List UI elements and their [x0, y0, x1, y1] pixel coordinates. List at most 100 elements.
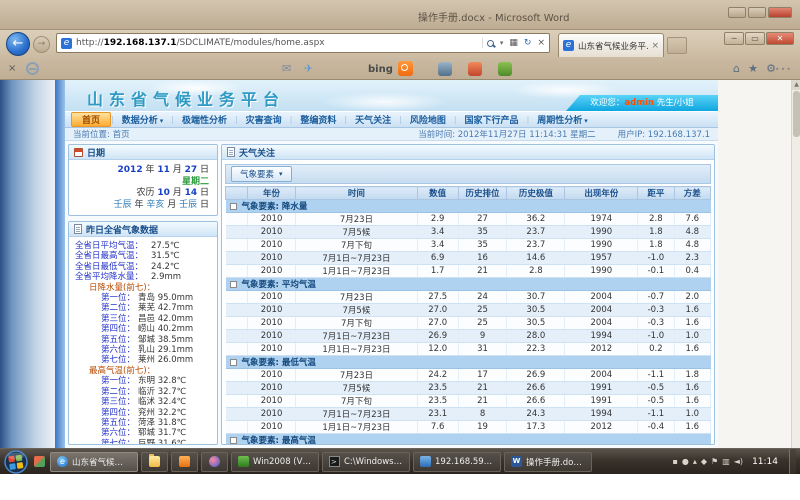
table-cell: -0.3	[638, 304, 674, 317]
group-checkbox[interactable]	[230, 359, 237, 366]
table-row[interactable]: 20107月1日~7月23日26.9928.01994-1.01.0	[226, 330, 711, 343]
paint-addon-icon[interactable]	[468, 62, 482, 76]
close-toolbar-icon[interactable]: ×	[8, 63, 16, 74]
vertical-scrollbar[interactable]: ▲	[791, 80, 800, 448]
group-title: 气象要素: 最高气温	[242, 436, 316, 444]
taskbar-button-ie[interactable]: 山东省气候业...	[50, 452, 138, 472]
taskbar-button-vm[interactable]: Win2008 (VS2...	[231, 452, 319, 472]
back-button[interactable]: ←	[6, 32, 30, 56]
network-icon[interactable]: ▥	[722, 457, 730, 467]
refresh-icon[interactable]: ↻	[524, 38, 532, 48]
scrollbar-thumb[interactable]	[793, 91, 800, 137]
table-row[interactable]: 20107月23日2.92736.219742.87.6	[226, 213, 711, 226]
tab-close-icon[interactable]: ×	[651, 41, 659, 51]
table-row[interactable]: 20101月1日~7月23日7.61917.32012-0.41.6	[226, 421, 711, 434]
nav-item-8[interactable]: 国家下行产品	[457, 112, 527, 127]
table-cell: 9	[458, 330, 507, 343]
table-cell: 4.8	[674, 239, 710, 252]
table-row[interactable]: 20107月5候3.43523.719901.84.8	[226, 226, 711, 239]
new-tab-button[interactable]	[667, 37, 687, 54]
table-row[interactable]: 20101月1日~7月23日12.03122.320120.21.6	[226, 343, 711, 356]
rank-label: 第三位：	[75, 314, 135, 324]
more-options-icon[interactable]: •••	[775, 65, 792, 74]
row-indent-cell	[226, 382, 248, 395]
table-row[interactable]: 20107月下旬23.52126.61991-0.51.6	[226, 395, 711, 408]
forward-button[interactable]: →	[33, 36, 50, 53]
table-row[interactable]: 20107月1日~7月23日6.91614.61957-1.02.3	[226, 252, 711, 265]
table-row[interactable]: 20107月23日24.21726.92004-1.11.8	[226, 369, 711, 382]
bing-logo[interactable]: bing	[368, 64, 393, 75]
input-indicator-icon[interactable]: ▪	[672, 457, 677, 467]
rdp-icon	[420, 456, 431, 467]
table-cell: 2.8	[507, 265, 565, 278]
compatibility-view-icon[interactable]: ▦	[509, 38, 518, 48]
taskbar-button-label: 山东省气候业...	[72, 456, 131, 468]
safety-center-icon[interactable]: ●	[682, 457, 689, 467]
updater-icon[interactable]: ◆	[701, 457, 707, 467]
group-checkbox[interactable]	[230, 437, 237, 444]
background-window-controls	[728, 7, 792, 18]
table-row[interactable]: 20107月5候23.52126.61991-0.51.6	[226, 382, 711, 395]
table-row[interactable]: 20107月5候27.02530.52004-0.31.6	[226, 304, 711, 317]
minimize-button[interactable]: ─	[724, 32, 744, 45]
date-text: 日	[197, 165, 209, 175]
bing-search-icon[interactable]	[398, 61, 413, 76]
date-text: 星期二	[182, 177, 209, 187]
stat-value: 31.5℃	[151, 251, 179, 261]
maximize-button[interactable]	[748, 7, 766, 18]
mail-icon[interactable]: ✉	[282, 62, 291, 75]
close-button[interactable]: ✕	[766, 32, 794, 45]
nav-item-6[interactable]: 天气关注	[347, 112, 399, 127]
nav-item-7[interactable]: 风险地图	[402, 112, 454, 127]
group-checkbox[interactable]	[230, 203, 237, 210]
group-cell: 气象要素: 最高气温	[226, 434, 711, 445]
maximize-button[interactable]: ▭	[745, 32, 765, 45]
nav-item-4[interactable]: 灾害查询	[238, 112, 290, 127]
show-desktop-button[interactable]	[789, 449, 796, 475]
nav-item-5[interactable]: 整编资料	[292, 112, 344, 127]
table-row[interactable]: 20107月23日27.52430.72004-0.72.0	[226, 291, 711, 304]
nav-item-1[interactable]: 首页	[71, 112, 111, 127]
taskbar-clock[interactable]: 11:14	[752, 457, 778, 467]
camera-addon-icon[interactable]	[438, 62, 452, 76]
table-row[interactable]: 20107月下旬27.02530.52004-0.31.6	[226, 317, 711, 330]
table-row[interactable]: 20107月1日~7月23日23.1824.31994-1.11.0	[226, 408, 711, 421]
action-center-icon[interactable]: ⚑	[711, 457, 718, 467]
element-dropdown-button[interactable]: 气象要素 ▾	[231, 166, 292, 182]
table-row[interactable]: 20107月下旬3.43523.719901.84.8	[226, 239, 711, 252]
browser-tab[interactable]: e 山东省气候业务平... ×	[558, 33, 664, 57]
table-row[interactable]: 20101月1日~7月23日1.7212.81990-0.10.4	[226, 265, 711, 278]
stop-icon[interactable]: ×	[537, 38, 545, 48]
page-header: 山东省气候业务平台 欢迎您：admin 先生/小姐	[65, 80, 718, 111]
puzzle-addon-icon[interactable]	[498, 62, 512, 76]
group-checkbox[interactable]	[230, 281, 237, 288]
search-icon[interactable]	[487, 40, 494, 47]
show-hidden-icon[interactable]: ▴	[693, 457, 697, 467]
row-indent-cell	[226, 239, 248, 252]
nav-item-3[interactable]: 极端性分析	[174, 112, 235, 127]
taskbar-button-pinned[interactable]	[32, 452, 47, 472]
taskbar-button-folder[interactable]	[141, 452, 168, 472]
table-cell: 7月5候	[296, 304, 417, 317]
send-page-icon[interactable]: ✈	[304, 62, 313, 75]
taskbar-button-rdp[interactable]: 192.168.59.99...	[413, 452, 501, 472]
table-toolbar: 气象要素 ▾	[225, 164, 711, 184]
volume-icon[interactable]: ◄)	[734, 457, 743, 467]
taskbar-button-cmd[interactable]: C:\Windows\s...	[322, 452, 410, 472]
start-button[interactable]	[4, 450, 28, 474]
table-cell: 31	[458, 343, 507, 356]
address-bar[interactable]: e http://192.168.137.1/SDCLIMATE/modules…	[56, 33, 550, 53]
nav-item-9[interactable]: 周期性分析▾	[529, 112, 596, 127]
close-button[interactable]	[768, 7, 792, 18]
home-icon[interactable]: ⌂	[733, 62, 740, 75]
taskbar-button-app-media[interactable]	[201, 452, 228, 472]
search-dropdown-icon[interactable]: ▾	[500, 39, 504, 47]
scroll-up-icon[interactable]: ▲	[792, 80, 800, 90]
taskbar-button-word[interactable]: 操作手册.docx -...	[504, 452, 592, 472]
taskbar-button-app-orange[interactable]	[171, 452, 198, 472]
nav-item-2[interactable]: 数据分析▾	[114, 112, 172, 127]
blocked-icon[interactable]	[26, 62, 39, 75]
rank-row: 第四位：崂山 40.2mm	[75, 324, 215, 334]
minimize-button[interactable]	[728, 7, 746, 18]
favorites-star-icon[interactable]: ★	[748, 62, 758, 75]
